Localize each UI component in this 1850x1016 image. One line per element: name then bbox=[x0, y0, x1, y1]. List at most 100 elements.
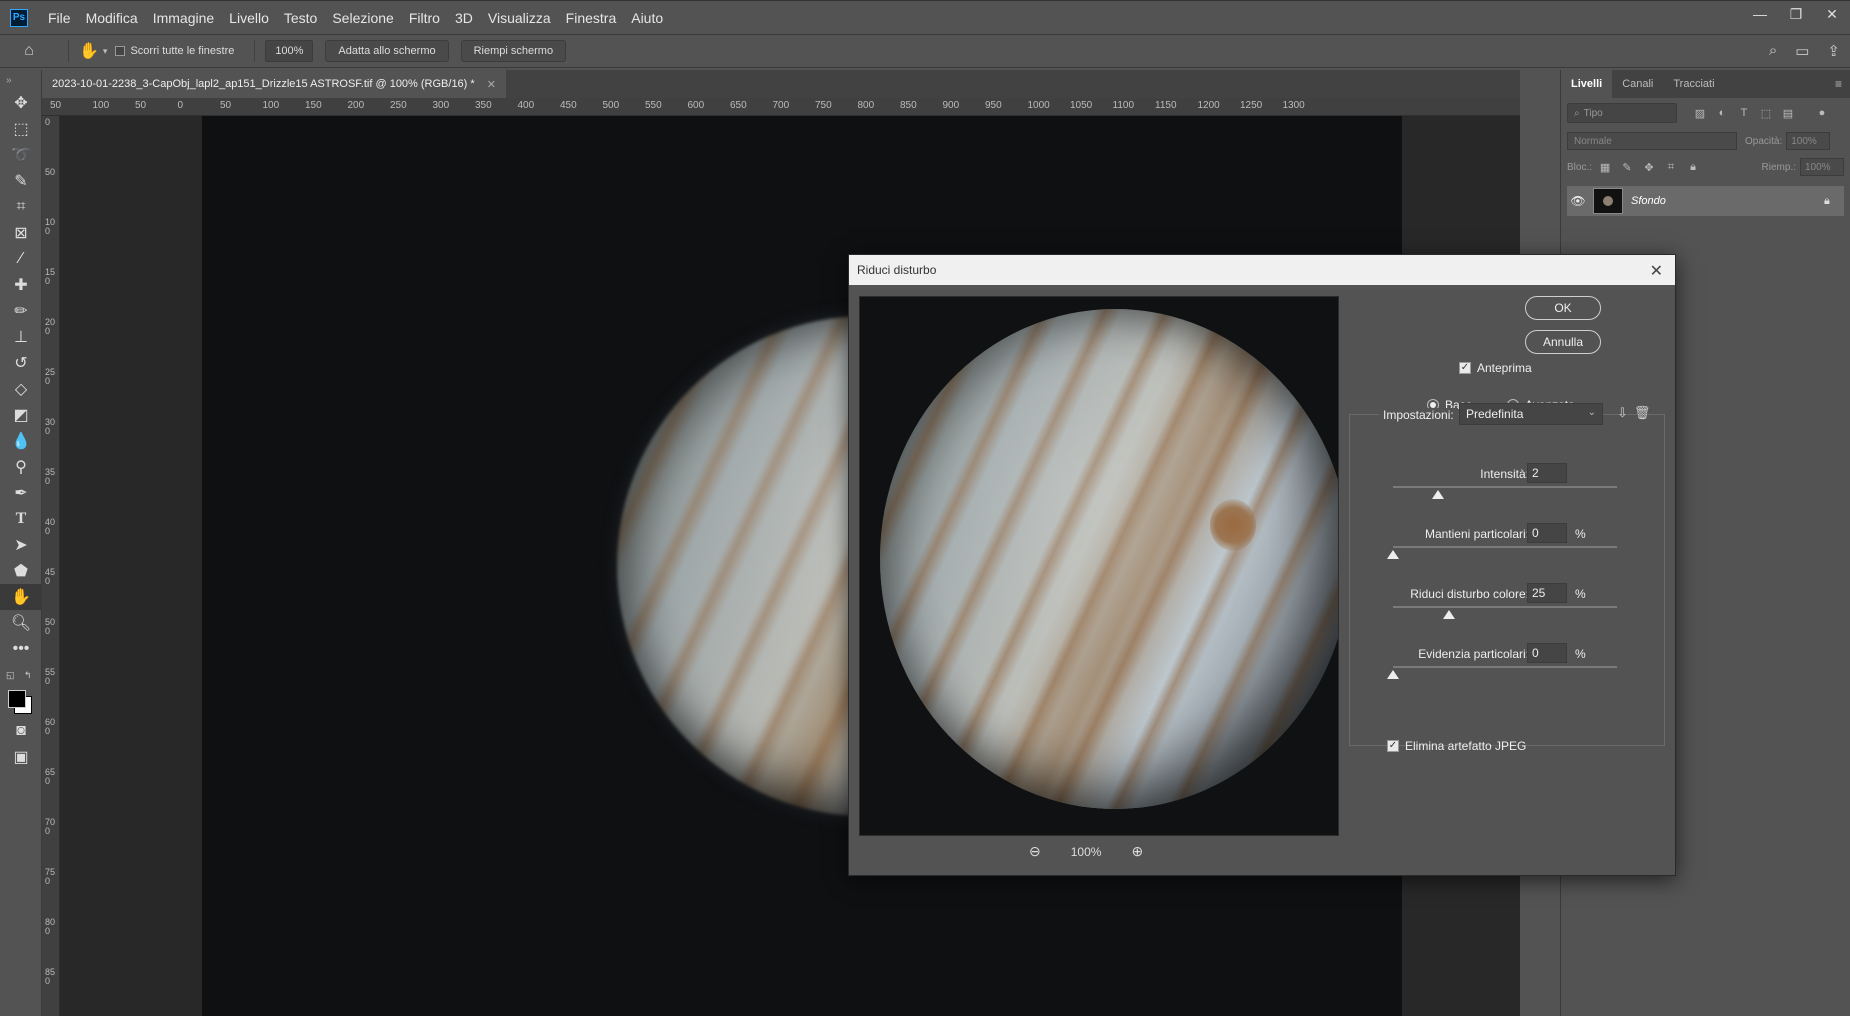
share-icon[interactable]: ⇪ bbox=[1827, 42, 1840, 60]
shape-tool-icon[interactable]: ⬟ bbox=[0, 558, 42, 584]
color-swatches[interactable]: ◱ ↰ bbox=[0, 662, 41, 718]
crop-tool-icon[interactable]: ⌗ bbox=[0, 194, 42, 220]
scroll-all-checkbox[interactable]: Scorri tutte le finestre bbox=[115, 45, 234, 57]
menu-3d[interactable]: 3D bbox=[455, 10, 473, 26]
menu-filtro[interactable]: Filtro bbox=[409, 10, 440, 26]
reduce-color-noise-slider-track[interactable] bbox=[1393, 606, 1617, 608]
save-preset-icon[interactable]: ⇩ bbox=[1617, 405, 1628, 421]
hand-tool-icon[interactable]: ✋ bbox=[79, 41, 99, 61]
blur-tool-icon[interactable]: 💧 bbox=[0, 428, 42, 454]
frame-tool-icon[interactable]: ⊠ bbox=[0, 220, 42, 246]
eye-icon[interactable]: 👁︎ bbox=[1567, 194, 1589, 208]
blend-mode-select[interactable]: Normale bbox=[1567, 132, 1737, 150]
preserve-details-field[interactable]: 0 bbox=[1527, 523, 1567, 543]
marquee-tool-icon[interactable]: ⬚ bbox=[0, 116, 42, 142]
close-icon[interactable]: ✕ bbox=[487, 78, 496, 91]
adjustment-filter-icon[interactable]: ◐ bbox=[1713, 107, 1731, 119]
quick-mask-icon[interactable]: ◙ bbox=[0, 718, 42, 744]
lock-transparent-icon[interactable]: ▦ bbox=[1596, 161, 1614, 174]
quick-select-tool-icon[interactable]: ✎ bbox=[0, 168, 42, 194]
preserve-details-slider-thumb[interactable] bbox=[1387, 550, 1399, 559]
lock-all-icon[interactable]: 🔒︎ bbox=[1684, 161, 1702, 174]
maximize-button[interactable]: ❐ bbox=[1778, 1, 1814, 27]
move-tool-icon[interactable]: ✥ bbox=[0, 90, 42, 116]
preserve-details-slider-track[interactable] bbox=[1393, 546, 1617, 548]
history-brush-icon[interactable]: ↺ bbox=[0, 350, 42, 376]
zoom-in-icon[interactable]: ⊕ bbox=[1131, 843, 1143, 860]
home-icon[interactable]: ⌂ bbox=[0, 42, 58, 60]
preview-checkbox[interactable]: ✓ Anteprima bbox=[1459, 361, 1532, 375]
menu-finestra[interactable]: Finestra bbox=[566, 10, 617, 26]
menu-testo[interactable]: Testo bbox=[284, 10, 317, 26]
menu-selezione[interactable]: Selezione bbox=[332, 10, 394, 26]
layer-row[interactable]: 👁︎ Sfondo 🔒︎ bbox=[1567, 186, 1844, 216]
brush-tool-icon[interactable]: ✏ bbox=[0, 298, 42, 324]
eyedropper-tool-icon[interactable]: ⁄ bbox=[0, 246, 42, 272]
reduce-color-noise-slider-thumb[interactable] bbox=[1443, 610, 1455, 619]
app-logo[interactable]: Ps bbox=[10, 8, 28, 27]
reduce-color-noise-field[interactable]: 25 bbox=[1527, 583, 1567, 603]
remove-jpeg-artifact-checkbox[interactable]: ✓ Elimina artefatto JPEG bbox=[1387, 739, 1526, 753]
lock-artboard-icon[interactable]: ⌗ bbox=[1662, 161, 1680, 174]
collapse-icon[interactable]: » bbox=[0, 70, 42, 90]
menu-modifica[interactable]: Modifica bbox=[86, 10, 138, 26]
zoom-out-icon[interactable]: ⊖ bbox=[1029, 843, 1041, 860]
fill-screen-button[interactable]: Riempi schermo bbox=[460, 40, 567, 62]
minimize-button[interactable]: — bbox=[1742, 1, 1778, 27]
tab-livelli[interactable]: Livelli bbox=[1561, 70, 1613, 98]
foreground-color-swatch[interactable] bbox=[8, 690, 26, 708]
check-icon[interactable]: ✓ bbox=[1387, 740, 1399, 752]
fill-field[interactable]: 100% bbox=[1800, 158, 1844, 176]
menu-aiuto[interactable]: Aiuto bbox=[631, 10, 663, 26]
hand-tool-icon[interactable]: ✋ bbox=[0, 584, 42, 610]
cancel-button[interactable]: Annulla bbox=[1525, 330, 1601, 354]
pen-tool-icon[interactable]: ✒ bbox=[0, 480, 42, 506]
filter-preview[interactable] bbox=[859, 296, 1339, 836]
lock-position-icon[interactable]: ✥ bbox=[1640, 161, 1658, 174]
sharpen-details-slider-track[interactable] bbox=[1393, 666, 1617, 668]
tab-canali[interactable]: Canali bbox=[1612, 70, 1663, 98]
swap-colors-icon[interactable]: ↰ bbox=[24, 670, 32, 681]
menu-livello[interactable]: Livello bbox=[229, 10, 269, 26]
workspace-icon[interactable]: ▭ bbox=[1795, 42, 1809, 60]
panel-menu-icon[interactable]: ≡ bbox=[1835, 77, 1842, 91]
settings-select[interactable]: Predefinita ⌄ bbox=[1459, 403, 1603, 425]
lock-icon[interactable]: 🔒︎ bbox=[1824, 195, 1844, 208]
menu-immagine[interactable]: Immagine bbox=[153, 10, 214, 26]
ok-button[interactable]: OK bbox=[1525, 296, 1601, 320]
zoom-tool-icon[interactable]: 🔍︎ bbox=[0, 610, 42, 636]
check-icon[interactable]: ✓ bbox=[1459, 362, 1471, 374]
type-tool-icon[interactable]: T bbox=[0, 506, 42, 532]
tab-tracciati[interactable]: Tracciati bbox=[1663, 70, 1724, 98]
default-colors-icon[interactable]: ◱ bbox=[6, 670, 15, 681]
menu-file[interactable]: File bbox=[48, 10, 71, 26]
healing-brush-icon[interactable]: ✚ bbox=[0, 272, 42, 298]
delete-preset-icon[interactable]: 🗑︎ bbox=[1634, 405, 1651, 421]
stamp-tool-icon[interactable]: ⊥ bbox=[0, 324, 42, 350]
more-tools-icon[interactable]: ••• bbox=[0, 636, 42, 662]
chevron-down-icon[interactable]: ▾ bbox=[103, 46, 108, 57]
intensity-field[interactable]: 2 bbox=[1527, 463, 1567, 483]
lasso-tool-icon[interactable]: ➰ bbox=[0, 142, 42, 168]
checkbox-box[interactable] bbox=[115, 46, 126, 56]
gradient-tool-icon[interactable]: ◩ bbox=[0, 402, 42, 428]
sharpen-details-slider-thumb[interactable] bbox=[1387, 670, 1399, 679]
close-window-button[interactable]: ✕ bbox=[1814, 1, 1850, 27]
layer-kind-filter[interactable]: ⌕ Tipo bbox=[1567, 103, 1677, 123]
lock-pixels-icon[interactable]: ✎ bbox=[1618, 161, 1636, 174]
type-filter-icon[interactable]: T bbox=[1735, 107, 1753, 119]
dodge-tool-icon[interactable]: ⚲ bbox=[0, 454, 42, 480]
fit-screen-button[interactable]: Adatta allo schermo bbox=[325, 40, 449, 62]
eraser-tool-icon[interactable]: ◇ bbox=[0, 376, 42, 402]
filter-toggle-icon[interactable]: ● bbox=[1813, 107, 1831, 119]
intensity-slider-thumb[interactable] bbox=[1431, 490, 1444, 499]
path-select-icon[interactable]: ➤ bbox=[0, 532, 42, 558]
menu-visualizza[interactable]: Visualizza bbox=[488, 10, 551, 26]
sharpen-details-field[interactable]: 0 bbox=[1527, 643, 1567, 663]
close-icon[interactable]: ✕ bbox=[1650, 261, 1663, 281]
shape-filter-icon[interactable]: ⬚ bbox=[1757, 107, 1775, 120]
search-icon[interactable]: ⌕ bbox=[1769, 42, 1777, 60]
opacity-field[interactable]: 100% bbox=[1786, 132, 1831, 150]
intensity-slider-track[interactable] bbox=[1393, 486, 1617, 488]
zoom-field[interactable]: 100% bbox=[265, 40, 314, 62]
